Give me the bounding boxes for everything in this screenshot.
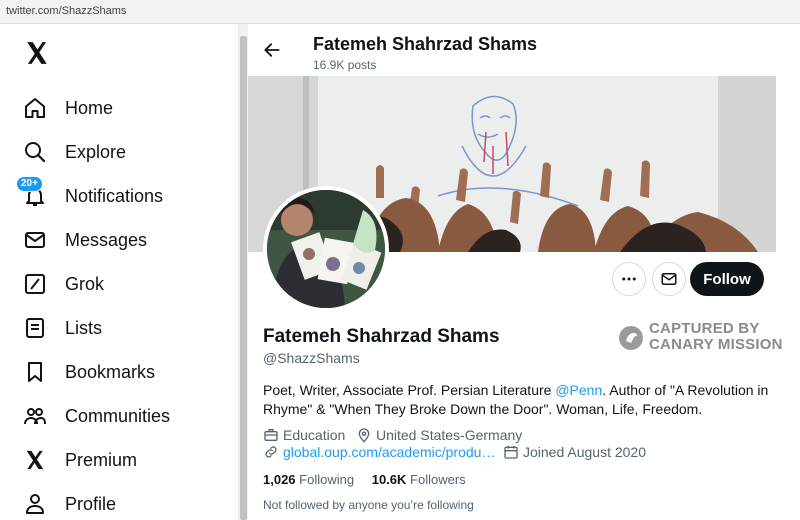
canary-bird-icon [619, 326, 643, 350]
sidebar-item-label: Bookmarks [65, 361, 156, 382]
watermark-line-2: CANARY MISSION [649, 336, 783, 353]
notification-count-badge: 20+ [16, 176, 43, 192]
sidebar-item-label: Notifications [65, 185, 164, 206]
scrollbar[interactable] [238, 24, 248, 520]
sidebar-item-lists[interactable]: Lists [22, 310, 232, 346]
sidebar-item-bookmarks[interactable]: Bookmarks [22, 354, 232, 390]
more-options-button[interactable] [612, 262, 646, 296]
sidebar-item-grok[interactable]: Grok [22, 266, 232, 302]
briefcase-icon [264, 429, 278, 441]
grok-icon [22, 271, 48, 297]
canary-mission-watermark: CAPTURED BY CANARY MISSION [618, 321, 798, 355]
profile-bio: Poet, Writer, Associate Prof. Persian Li… [263, 381, 783, 419]
profile-header: Fatemeh Shahrzad Shams 16.9K posts [248, 24, 800, 76]
person-icon [22, 491, 48, 517]
x-logo-icon [22, 447, 48, 473]
joined-text: Joined August 2020 [523, 444, 646, 460]
website-link[interactable]: global.oup.com/academic/produ… [283, 444, 495, 460]
sidebar-item-profile[interactable]: Profile [22, 486, 232, 520]
bell-icon: 20+ [16, 176, 48, 209]
following-count: 1,026 [263, 472, 296, 487]
sidebar-item-label: Explore [65, 141, 127, 162]
browser-address-bar[interactable]: twitter.com/ShazzShams [0, 0, 800, 24]
sidebar-item-messages[interactable]: Messages [22, 222, 232, 258]
bookmark-icon [22, 359, 48, 385]
list-icon [22, 315, 48, 341]
profile-joined-date: Joined August 2020 [503, 444, 646, 460]
location-text: United States-Germany [376, 427, 523, 443]
category-text: Education [283, 427, 346, 443]
followed-by-note: Not followed by anyone you’re following [263, 498, 474, 512]
profile-main: Fatemeh Shahrzad Shams 16.9K posts Follo… [248, 24, 800, 520]
profile-category: Education [263, 427, 345, 443]
sidebar-item-label: Lists [65, 317, 103, 338]
link-icon [265, 446, 277, 458]
sidebar-item-label: Messages [65, 229, 148, 250]
avatar-photo [267, 190, 385, 308]
search-icon [22, 139, 48, 165]
bio-mention-link[interactable]: @Penn [555, 382, 602, 398]
envelope-icon [661, 273, 677, 285]
bio-text: Poet, Writer, Associate Prof. Persian Li… [263, 382, 556, 398]
location-pin-icon [358, 428, 370, 443]
post-count: 16.9K posts [313, 58, 377, 72]
watermark-line-1: CAPTURED BY [649, 320, 760, 337]
profile-handle: @ShazzShams [263, 350, 360, 366]
home-icon [22, 95, 48, 121]
sidebar-item-label: Profile [65, 493, 117, 514]
calendar-icon [504, 446, 518, 459]
more-dots-icon [622, 277, 636, 281]
sidebar-item-label: Home [65, 97, 114, 118]
sidebar-item-explore[interactable]: Explore [22, 134, 232, 170]
sidebar-item-label: Grok [65, 273, 105, 294]
watermark-text: CAPTURED BY CANARY MISSION [649, 321, 783, 353]
profile-avatar[interactable] [263, 186, 389, 312]
message-button[interactable] [652, 262, 686, 296]
followers-label: Followers [410, 472, 466, 487]
profile-location: United States-Germany [356, 427, 522, 443]
envelope-icon [22, 227, 48, 253]
page-title: Fatemeh Shahrzad Shams [313, 34, 538, 54]
sidebar-item-communities[interactable]: Communities [22, 398, 232, 434]
profile-name: Fatemeh Shahrzad Shams [263, 326, 500, 347]
followers-count: 10.6K [371, 472, 407, 487]
people-icon [22, 403, 48, 429]
url-text: twitter.com/ShazzShams [6, 5, 127, 17]
sidebar-item-notifications[interactable]: 20+ Notifications [16, 176, 232, 214]
sidebar: Home Explore 20+ Notifications Messages … [0, 24, 238, 520]
follow-counts: 1,026 Following 10.6K Followers [263, 472, 466, 487]
x-logo-icon[interactable] [24, 40, 50, 66]
follow-button[interactable]: Follow [690, 262, 764, 296]
following-label: Following [299, 472, 355, 487]
scrollbar-thumb[interactable] [240, 36, 247, 520]
profile-website[interactable]: global.oup.com/academic/produ… [263, 444, 495, 460]
sidebar-item-label: Communities [65, 405, 171, 426]
followers-link[interactable]: 10.6K Followers [372, 472, 466, 487]
sidebar-item-home[interactable]: Home [22, 90, 232, 126]
sidebar-item-label: Premium [65, 449, 138, 470]
following-link[interactable]: 1,026 Following [263, 472, 354, 487]
back-arrow-icon[interactable] [262, 40, 282, 60]
sidebar-item-premium[interactable]: Premium [22, 442, 232, 478]
